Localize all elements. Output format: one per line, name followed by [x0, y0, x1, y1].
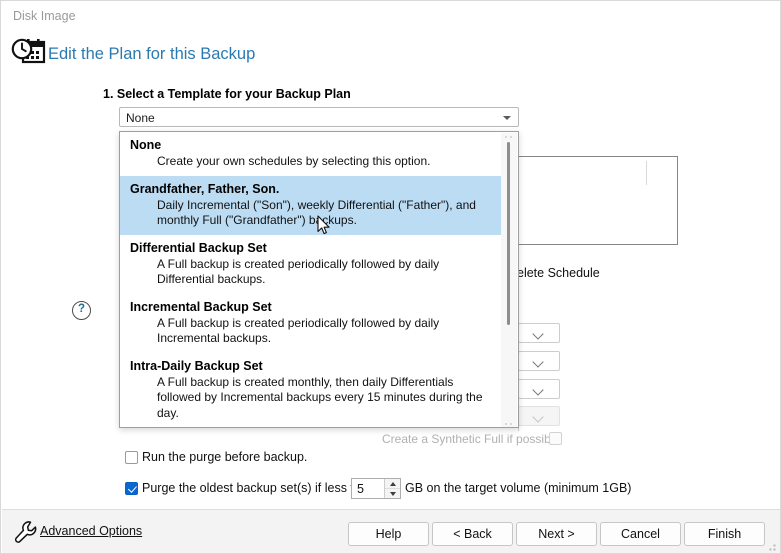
help-glyph: ? — [77, 303, 86, 315]
finish-button[interactable]: Finish — [684, 522, 765, 546]
wrench-icon[interactable] — [13, 520, 39, 544]
purge-threshold-suffix-label: GB on the target volume (minimum 1GB) — [405, 481, 632, 495]
purge-threshold-value: 5 — [357, 482, 364, 496]
dropdown-option-description: A Full backup is created monthly, then d… — [157, 374, 483, 420]
purge-oldest-label: Purge the oldest backup set(s) if less t… — [142, 481, 375, 495]
purge-threshold-stepper[interactable]: 5 — [351, 478, 401, 499]
dropdown-option-description: Daily Incremental ("Son"), weekly Differ… — [157, 197, 476, 228]
chevron-down-icon — [532, 328, 544, 340]
chevron-down-icon — [532, 411, 544, 423]
template-combobox[interactable]: None — [119, 107, 519, 127]
dropdown-option-none[interactable]: None Create your own schedules by select… — [120, 132, 502, 176]
run-purge-before-backup-checkbox[interactable] — [125, 451, 138, 464]
chevron-down-icon — [532, 384, 544, 396]
dropdown-option-title: Incremental Backup Set — [130, 299, 272, 314]
delete-schedule-label: elete Schedule — [517, 266, 600, 280]
title-bar: Disk Image — [1, 1, 780, 31]
purge-oldest-checkbox[interactable] — [125, 482, 138, 495]
calendar-clock-icon — [10, 38, 46, 72]
dropdown-option-title: Grandfather, Father, Son. — [130, 181, 280, 196]
dropdown-scrollbar-thumb[interactable] — [507, 142, 510, 325]
dropdown-option-description: A Full backup is created periodically fo… — [157, 315, 440, 346]
template-dropdown-viewport: None Create your own schedules by select… — [120, 132, 502, 427]
dropdown-option-description: Create your own schedules by selecting t… — [157, 154, 431, 168]
scrollbar-up-dots-icon[interactable] — [504, 135, 513, 139]
caret-down-icon — [389, 491, 396, 496]
background-combo-1[interactable] — [518, 323, 560, 343]
help-icon[interactable]: ? — [72, 301, 91, 320]
back-button[interactable]: < Back — [432, 522, 513, 546]
dropdown-option-grandfather-father-son[interactable]: Grandfather, Father, Son. Daily Incremen… — [120, 175, 502, 235]
footer-bar: Advanced Options Help < Back Next > Canc… — [2, 509, 780, 553]
dropdown-option-title: Differential Backup Set — [130, 240, 267, 255]
synthetic-full-label: Create a Synthetic Full if possible — [382, 432, 561, 446]
stepper-buttons[interactable] — [384, 479, 400, 498]
template-combobox-value: None — [126, 111, 155, 125]
chevron-down-icon — [532, 356, 544, 368]
resize-grip-icon[interactable] — [769, 542, 778, 551]
stepper-increment-button[interactable] — [385, 479, 400, 489]
background-combo-3[interactable] — [518, 379, 560, 399]
template-dropdown-list[interactable]: None Create your own schedules by select… — [119, 131, 519, 428]
synthetic-full-checkbox — [549, 432, 562, 445]
run-purge-before-backup-label: Run the purge before backup. — [142, 450, 308, 464]
advanced-options-link[interactable]: Advanced Options — [40, 524, 142, 538]
background-combo-2[interactable] — [518, 351, 560, 371]
stepper-decrement-button[interactable] — [385, 489, 400, 498]
dropdown-option-intra-daily-backup-set[interactable]: Intra-Daily Backup Set A Full backup is … — [120, 353, 502, 428]
next-button[interactable]: Next > — [516, 522, 597, 546]
dropdown-option-description: A Full backup is created periodically fo… — [157, 256, 440, 287]
scrollbar-down-dots-icon[interactable] — [504, 422, 513, 426]
caret-down-icon — [503, 116, 511, 120]
disk-image-wizard-window: Disk Image Edit the Plan for this Backup… — [0, 0, 781, 554]
help-button[interactable]: Help — [348, 522, 429, 546]
dropdown-option-title: None — [130, 138, 162, 152]
dropdown-option-title: Intra-Daily Backup Set — [130, 358, 263, 373]
dropdown-option-incremental-backup-set[interactable]: Incremental Backup Set A Full backup is … — [120, 294, 502, 353]
background-schedule-listbox[interactable] — [518, 156, 678, 245]
window-title: Disk Image — [13, 9, 76, 23]
page-title: Edit the Plan for this Backup — [48, 45, 256, 63]
dropdown-scrollbar[interactable] — [501, 133, 517, 427]
dropdown-option-differential-backup-set[interactable]: Differential Backup Set A Full backup is… — [120, 235, 502, 294]
cancel-button[interactable]: Cancel — [600, 522, 681, 546]
caret-up-icon — [389, 481, 396, 486]
step-label: 1. Select a Template for your Backup Pla… — [103, 87, 351, 101]
background-listbox-caret — [646, 161, 647, 185]
background-combo-4 — [518, 406, 560, 426]
